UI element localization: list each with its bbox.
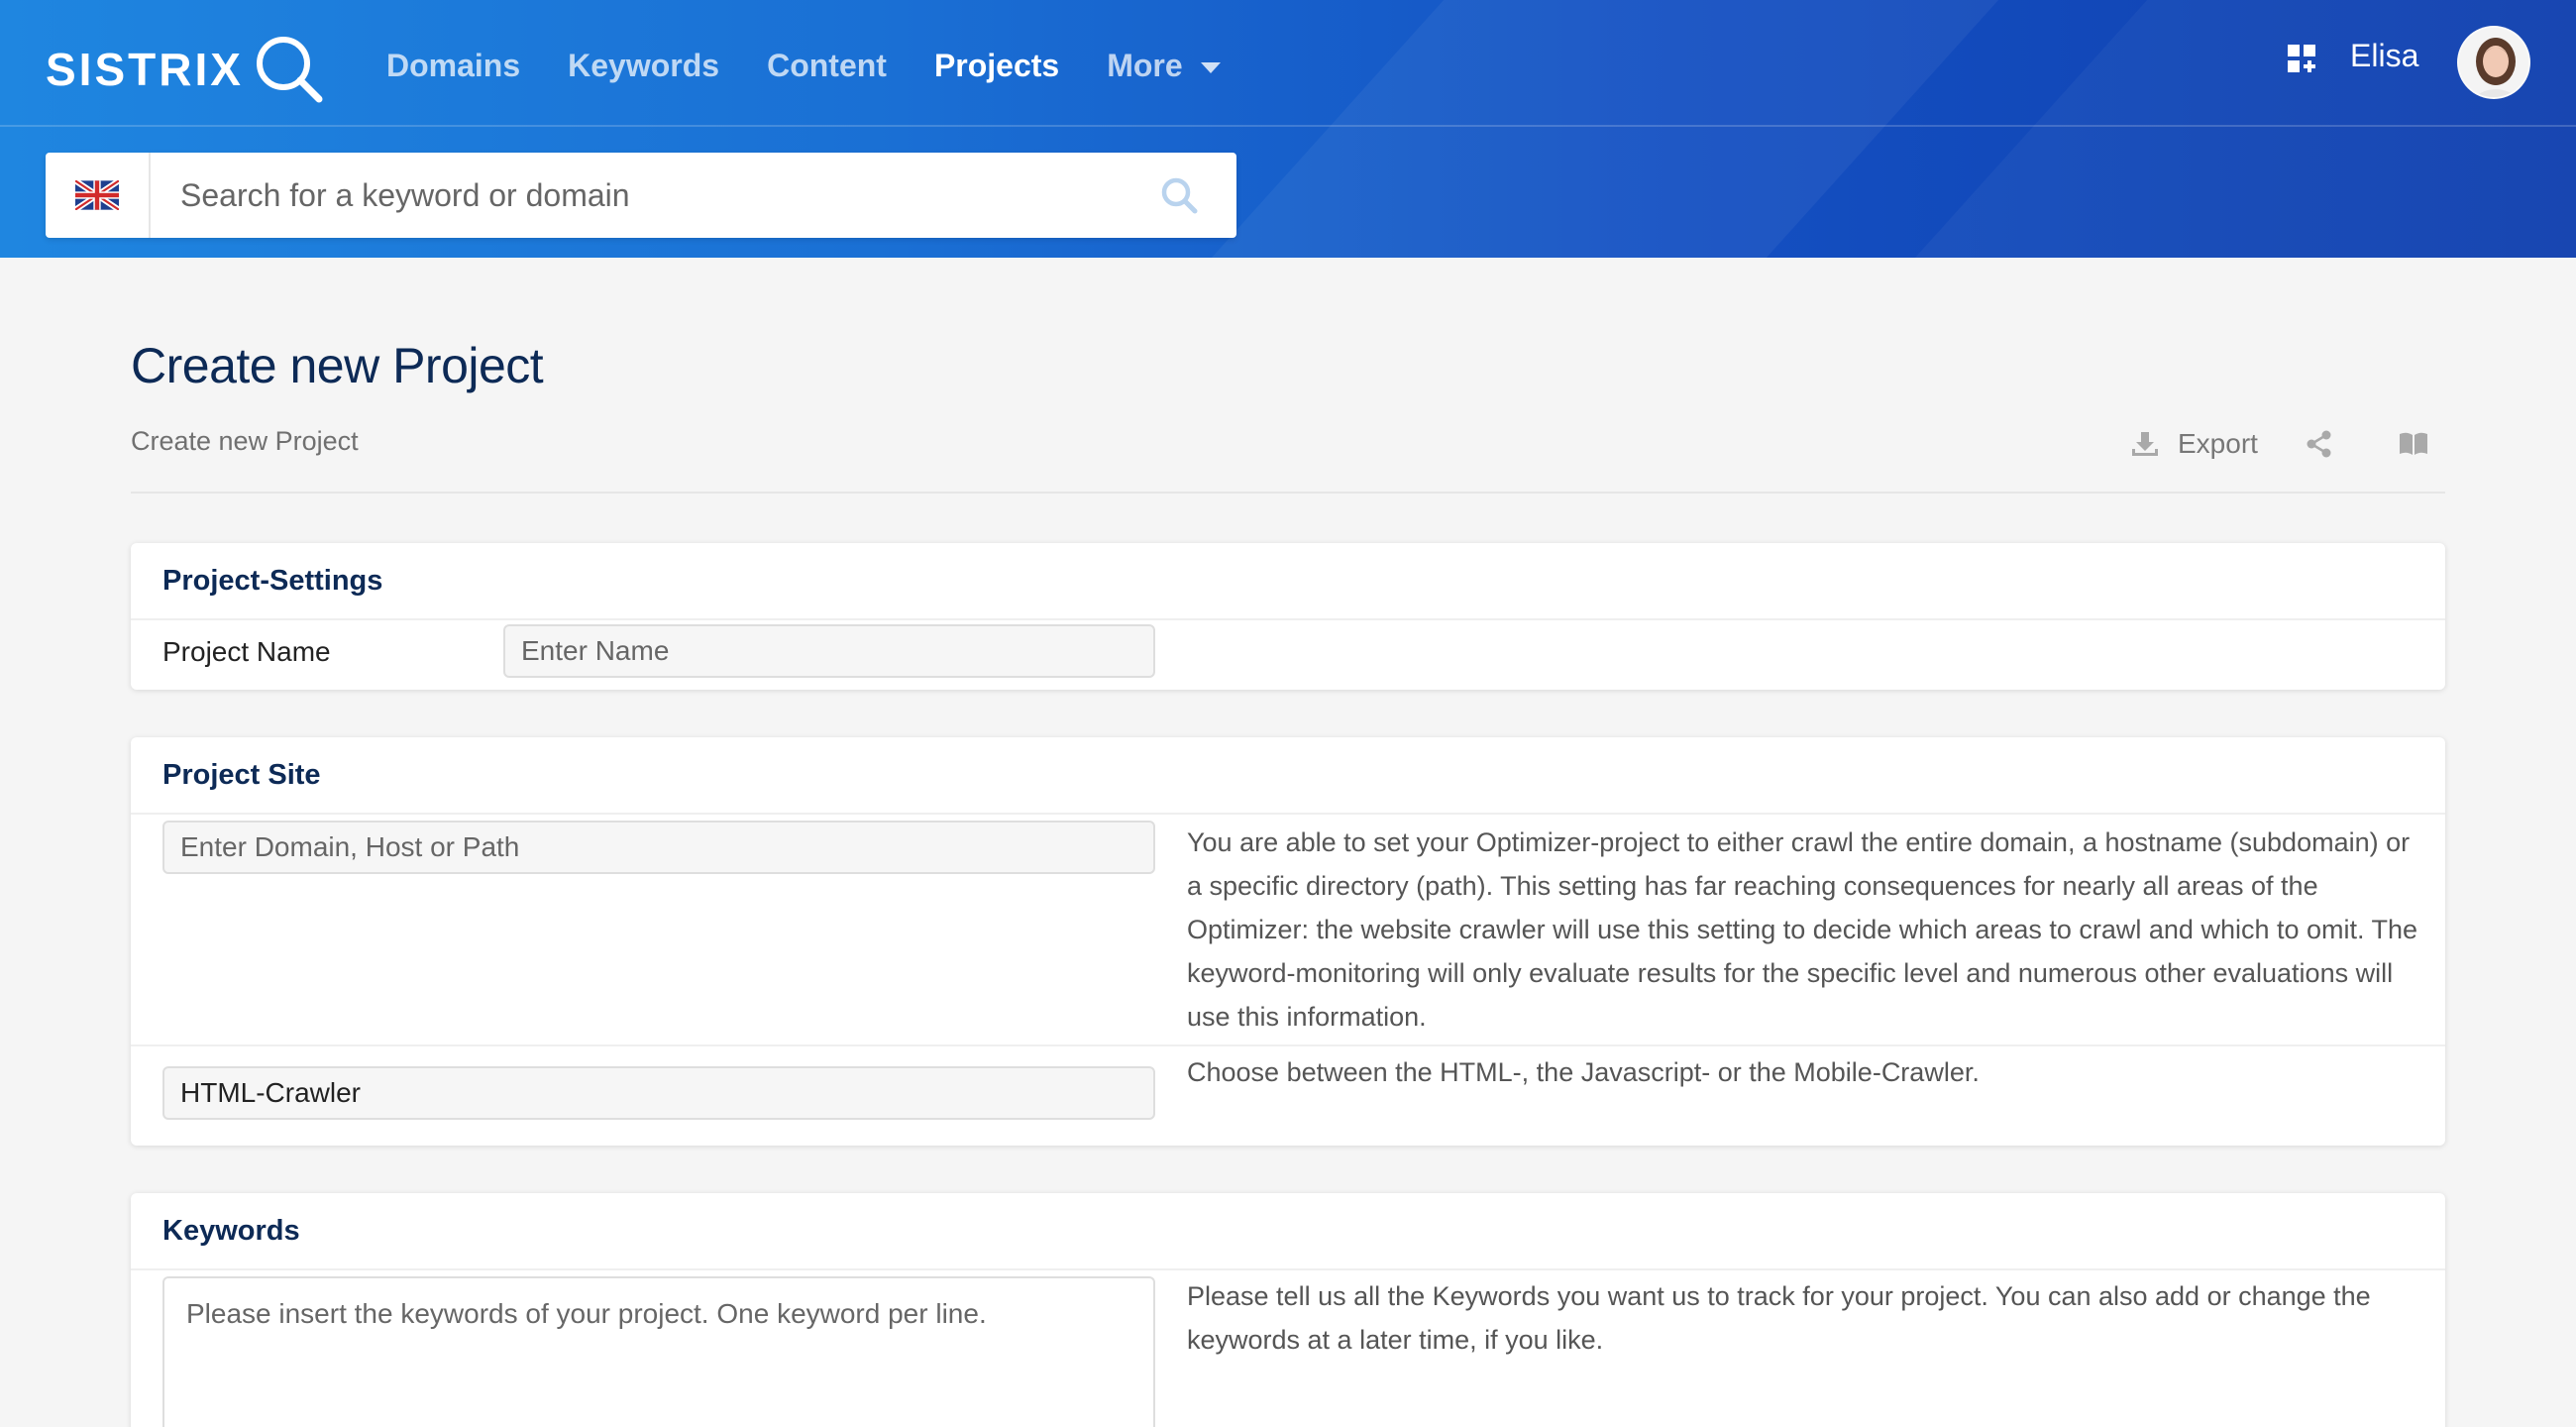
project-domain-row: You are able to set your Optimizer-proje… — [131, 815, 2445, 1046]
nav-item-keywords[interactable]: Keywords — [568, 48, 719, 84]
crawler-select[interactable]: HTML-Crawler — [162, 1066, 1155, 1120]
avatar[interactable] — [2457, 26, 2530, 99]
keywords-card: Keywords Please tell us all the Keywords… — [131, 1193, 2445, 1427]
search-bar — [46, 153, 1236, 238]
domain-help-text: You are able to set your Optimizer-proje… — [1187, 827, 2418, 1032]
nav-item-domains[interactable]: Domains — [386, 48, 520, 84]
book-icon — [2399, 432, 2427, 455]
title-divider — [131, 492, 2445, 494]
card-header: Project Site — [131, 737, 2445, 815]
nav-item-label: More — [1107, 47, 1183, 83]
search-icon[interactable] — [1159, 175, 1199, 215]
user-name[interactable]: Elisa — [2350, 38, 2418, 74]
share-button[interactable] — [2306, 430, 2351, 458]
export-label: Export — [2178, 428, 2258, 459]
card-header: Keywords — [131, 1193, 2445, 1270]
nav-item-more[interactable]: More — [1107, 47, 1221, 84]
user-photo-icon — [2459, 28, 2528, 97]
keywords-help-text: Please tell us all the Keywords you want… — [1187, 1281, 2371, 1355]
share-icon — [2307, 430, 2331, 458]
nav-item-content[interactable]: Content — [767, 48, 887, 84]
project-name-row: Project Name — [131, 620, 2445, 688]
domain-field[interactable] — [162, 821, 1155, 874]
app-header: SISTRIX Domains Keywords Content Project… — [0, 0, 2576, 258]
country-selector[interactable] — [46, 153, 151, 238]
apps-grid-icon[interactable] — [2287, 44, 2318, 75]
search-input[interactable] — [151, 153, 1159, 238]
crawler-row: HTML-Crawler Choose between the HTML-, t… — [131, 1046, 2445, 1144]
project-name-field[interactable] — [503, 624, 1155, 678]
card-header: Project-Settings — [131, 543, 2445, 620]
main-nav: Domains Keywords Content Projects More — [386, 36, 1268, 95]
top-bar: SISTRIX Domains Keywords Content Project… — [0, 0, 2576, 127]
nav-item-label: Content — [767, 47, 887, 83]
page-tools: Export — [2130, 424, 2494, 464]
nav-item-label: Domains — [386, 47, 521, 83]
download-icon — [2132, 432, 2158, 456]
card-title: Keywords — [162, 1214, 300, 1247]
magnifier-logo-icon — [256, 37, 323, 103]
sistrix-logo[interactable]: SISTRIX — [46, 30, 327, 109]
uk-flag-icon — [75, 180, 119, 210]
page-title: Create new Project — [131, 338, 544, 393]
nav-item-label: Keywords — [568, 47, 720, 83]
nav-item-label: Projects — [933, 47, 1060, 83]
project-site-card: Project Site You are able to set your Op… — [131, 737, 2445, 1146]
breadcrumb: Create new Project — [131, 426, 359, 456]
card-title: Project Site — [162, 758, 321, 791]
export-button[interactable]: Export — [2130, 428, 2258, 460]
keywords-row: Please tell us all the Keywords you want… — [131, 1270, 2445, 1427]
manual-button[interactable] — [2399, 431, 2446, 457]
card-title: Project-Settings — [162, 564, 383, 597]
logo-text: SISTRIX — [46, 44, 244, 95]
chevron-down-icon — [1200, 61, 1221, 73]
crawler-help-text: Choose between the HTML-, the Javascript… — [1187, 1057, 1980, 1087]
nav-item-projects[interactable]: Projects — [934, 48, 1059, 84]
project-name-label: Project Name — [162, 636, 331, 667]
keywords-textarea[interactable] — [162, 1276, 1155, 1427]
project-settings-card: Project-Settings Project Name — [131, 543, 2445, 690]
